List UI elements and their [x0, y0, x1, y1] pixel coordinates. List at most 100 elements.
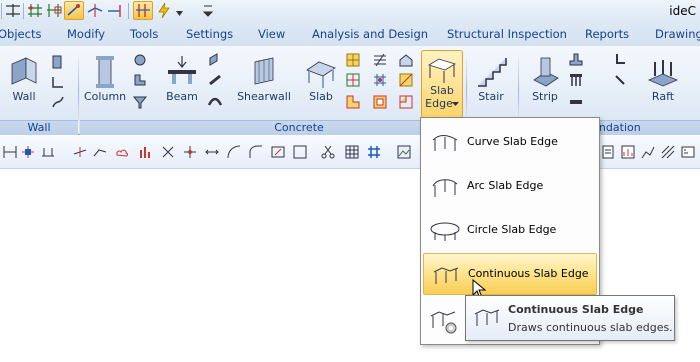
slab-tool-9-icon[interactable] — [398, 94, 414, 110]
table-icon[interactable] — [344, 144, 360, 160]
fillet-icon[interactable] — [248, 144, 264, 160]
slab-tool-4-icon[interactable] — [372, 52, 388, 68]
measure-icon[interactable] — [680, 144, 696, 160]
hash-grid-icon[interactable] — [366, 144, 382, 160]
menu-item-label: Curve Slab Edge — [467, 135, 558, 148]
slab-edge-settings-icon — [430, 311, 457, 334]
grid-axis-icon[interactable] — [26, 2, 44, 19]
tooltip: Continuous Slab Edge Draws continuous sl… — [465, 295, 675, 341]
wall-tool-1-icon[interactable] — [50, 54, 66, 70]
extend-icon[interactable] — [106, 2, 124, 19]
tab-drawing[interactable]: Drawing — [655, 27, 700, 41]
polyline-icon[interactable] — [92, 144, 108, 160]
tab-structural-inspection[interactable]: Structural Inspection — [447, 27, 567, 41]
menu-item-curve-slab-edge[interactable]: Curve Slab Edge — [423, 122, 595, 162]
intersect-icon[interactable] — [182, 144, 198, 160]
report-icon[interactable] — [600, 144, 616, 160]
beam-tool-3-icon[interactable] — [207, 94, 223, 110]
strip-button[interactable]: Strip — [524, 50, 566, 116]
tab-analysis-and-design[interactable]: Analysis and Design — [312, 27, 428, 41]
slab-tool-7-icon[interactable] — [398, 52, 414, 68]
scissors-icon[interactable] — [320, 144, 336, 160]
slab-tool-3-icon[interactable] — [345, 94, 361, 110]
grid-icon[interactable] — [292, 144, 308, 160]
beam-icon — [168, 56, 196, 84]
raft-button[interactable]: Raft — [638, 50, 688, 116]
menu-item-circle-slab-edge[interactable]: Circle Slab Edge — [423, 210, 595, 250]
break-icon[interactable] — [133, 1, 153, 20]
slab-edge-button[interactable]: Slab Edge — [421, 50, 463, 118]
tooltip-title: Continuous Slab Edge — [508, 303, 644, 316]
stair-label: Stair — [478, 90, 504, 103]
continuous-slab-edge-icon — [474, 309, 500, 326]
trim-icon[interactable] — [86, 2, 104, 19]
bar-chart-icon[interactable] — [138, 144, 154, 160]
ribbon-tabs: Objects Modify Tools Settings View Analy… — [0, 22, 700, 46]
slab-tool-6-icon[interactable] — [372, 94, 388, 110]
column-button[interactable]: Column — [84, 50, 126, 116]
rectangle-icon[interactable] — [270, 144, 286, 160]
wall-tool-3-icon[interactable] — [50, 94, 66, 110]
group-separator — [78, 50, 79, 132]
grid-node-icon[interactable] — [45, 2, 63, 19]
slab-edge-label-line1: Slab — [430, 84, 454, 97]
slab-button[interactable]: Slab — [300, 50, 342, 116]
foundation-tool-2-icon[interactable] — [612, 72, 628, 88]
column-lshape-icon[interactable] — [132, 72, 148, 88]
wall-icon — [11, 57, 37, 85]
image-icon[interactable] — [396, 144, 412, 160]
group-label-wall: Wall — [0, 120, 78, 135]
tab-modify[interactable]: Modify — [67, 27, 105, 41]
tab-view[interactable]: View — [258, 27, 285, 41]
customize-toolbar-icon[interactable] — [202, 3, 214, 20]
axis-icon[interactable] — [20, 144, 36, 160]
slab-tool-8-icon[interactable] — [398, 72, 414, 88]
line-icon[interactable] — [72, 144, 88, 160]
lightning-icon[interactable] — [155, 2, 173, 19]
beam-tool-2-icon[interactable] — [207, 72, 223, 88]
slab-tool-1-icon[interactable] — [345, 52, 361, 68]
shearwall-button[interactable]: Shearwall — [236, 50, 292, 116]
cross-icon[interactable] — [160, 144, 176, 160]
stair-button[interactable]: Stair — [470, 50, 512, 116]
tab-objects[interactable]: Objects — [0, 27, 41, 41]
tab-tools[interactable]: Tools — [130, 27, 158, 41]
column-icon — [96, 56, 114, 88]
menu-item-continuous-slab-edge[interactable]: Continuous Slab Edge — [423, 253, 597, 295]
slab-tool-5-icon[interactable] — [372, 72, 388, 88]
cloud-icon[interactable] — [114, 144, 130, 160]
beam-button[interactable]: Beam — [160, 50, 204, 116]
split-icon[interactable] — [4, 2, 22, 19]
tab-reports[interactable]: Reports — [585, 27, 629, 41]
menu-item-arc-slab-edge[interactable]: Arc Slab Edge — [423, 166, 595, 206]
arc-icon[interactable] — [226, 144, 242, 160]
column-label: Column — [84, 90, 127, 103]
tie-beam-icon[interactable] — [568, 94, 584, 110]
beam-tool-1-icon[interactable] — [207, 52, 223, 68]
slab-edge-label-line2: Edge — [425, 97, 453, 110]
snap-icon[interactable] — [64, 1, 84, 20]
pile-icon[interactable] — [568, 72, 584, 88]
chart-report-icon[interactable] — [620, 144, 636, 160]
wall-label: Wall — [12, 90, 36, 103]
slab-tool-2-icon[interactable] — [345, 72, 361, 88]
chevron-down-icon[interactable] — [176, 7, 184, 20]
slab-icon — [306, 61, 336, 88]
line-chart-icon[interactable] — [640, 144, 656, 160]
dimension-icon[interactable] — [2, 144, 18, 160]
stair-icon — [478, 58, 507, 87]
footing-icon[interactable] — [568, 52, 584, 68]
tab-settings[interactable]: Settings — [186, 27, 233, 41]
hatch-icon[interactable] — [660, 144, 676, 160]
menu-item-label: Circle Slab Edge — [467, 223, 557, 236]
move-icon[interactable] — [204, 144, 220, 160]
wall-tool-2-icon[interactable] — [50, 74, 66, 90]
column-funnel-icon[interactable] — [132, 94, 148, 110]
menu-item-label: Continuous Slab Edge — [468, 267, 589, 280]
menu-item-slab-edge-settings[interactable] — [429, 306, 461, 336]
strip-label: Strip — [532, 90, 558, 103]
wall-button[interactable]: Wall — [4, 50, 44, 116]
level-icon[interactable] — [40, 144, 56, 160]
foundation-tool-icon[interactable] — [612, 52, 628, 68]
column-round-icon[interactable] — [132, 52, 148, 68]
